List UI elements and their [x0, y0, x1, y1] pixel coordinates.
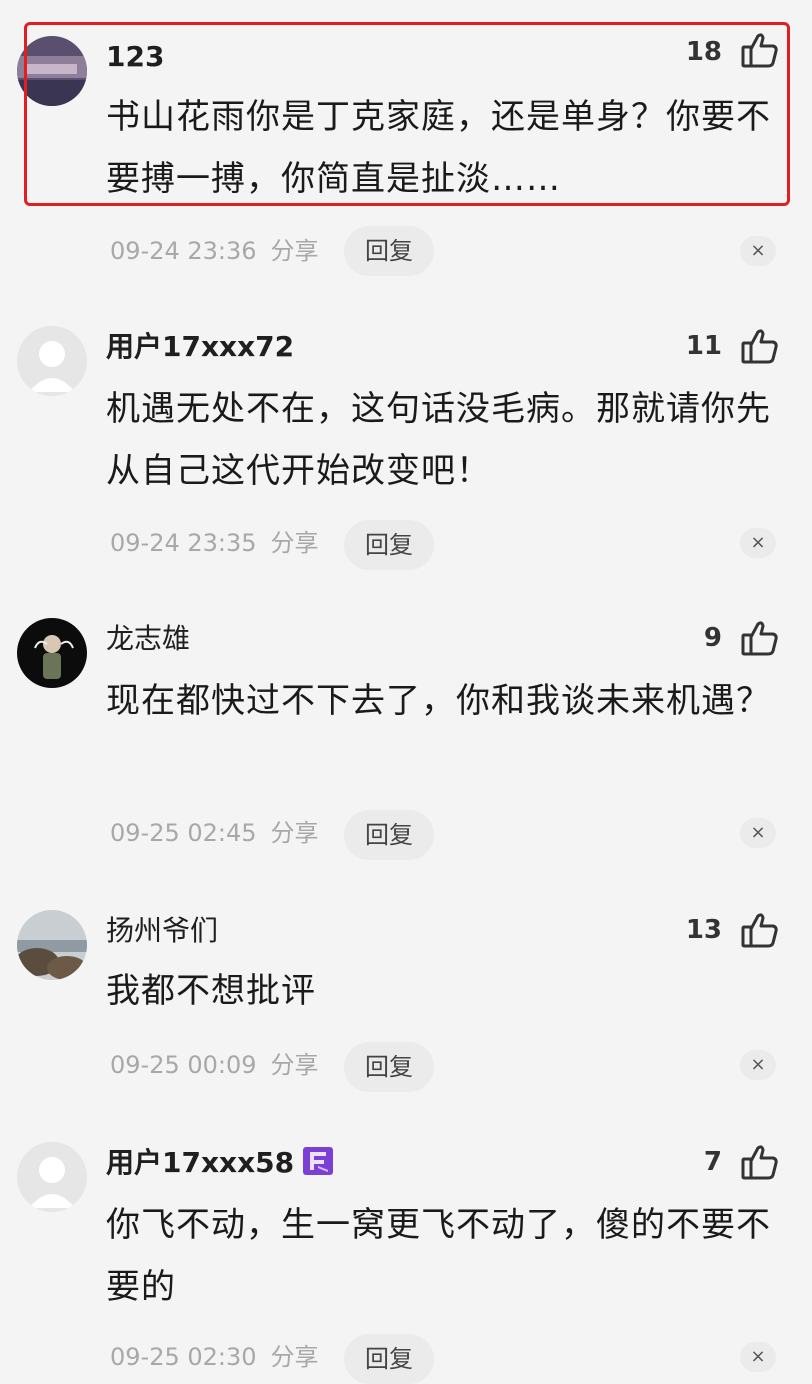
timestamp: 09-24 23:36	[110, 237, 257, 265]
share-button[interactable]: 分享	[271, 819, 319, 847]
comment-meta: 09-25 02:45 分享	[110, 808, 319, 858]
close-icon[interactable]: ×	[740, 818, 776, 848]
close-icon[interactable]: ×	[740, 1050, 776, 1080]
username-text: 用户17xxx58	[106, 1146, 295, 1179]
like-count: 7	[703, 1147, 722, 1177]
comment-meta: 09-25 00:09 分享	[110, 1040, 319, 1090]
close-icon[interactable]: ×	[740, 1342, 776, 1372]
reply-button[interactable]: 回复	[344, 1334, 434, 1384]
reply-button[interactable]: 回复	[344, 520, 434, 570]
share-button[interactable]: 分享	[271, 529, 319, 557]
timestamp: 09-25 02:45	[110, 819, 257, 847]
like-count: 9	[703, 623, 722, 653]
close-icon[interactable]: ×	[740, 528, 776, 558]
comment-text: 现在都快过不下去了，你和我谈未来机遇？	[106, 681, 771, 721]
comment-meta: 09-24 23:36 分享	[110, 226, 319, 276]
reply-button[interactable]: 回复	[344, 226, 434, 276]
username[interactable]: 用户17xxx72	[106, 330, 294, 364]
avatar[interactable]	[17, 1142, 87, 1212]
comment-text: 我都不想批评	[106, 971, 316, 1011]
share-button[interactable]: 分享	[271, 237, 319, 265]
close-icon[interactable]: ×	[740, 236, 776, 266]
thumbs-up-icon[interactable]	[740, 618, 780, 658]
highlight-box	[24, 22, 790, 206]
thumbs-up-icon[interactable]	[740, 326, 780, 366]
share-button[interactable]: 分享	[271, 1343, 319, 1371]
username[interactable]: 扬州爷们	[106, 914, 218, 948]
share-button[interactable]: 分享	[271, 1051, 319, 1079]
like-count: 11	[685, 331, 722, 361]
avatar[interactable]	[17, 326, 87, 396]
thumbs-up-icon[interactable]	[740, 910, 780, 950]
comment-text: 机遇无处不在，这句话没毛病。那就请你先从自己这代开始改变吧！	[106, 389, 771, 491]
like-count: 13	[685, 915, 722, 945]
timestamp: 09-25 00:09	[110, 1051, 257, 1079]
reply-button[interactable]: 回复	[344, 810, 434, 860]
comment-meta: 09-25 02:30 分享	[110, 1332, 319, 1382]
timestamp: 09-25 02:30	[110, 1343, 257, 1371]
level-badge-icon	[302, 1146, 334, 1176]
thumbs-up-icon[interactable]	[740, 1142, 780, 1182]
avatar[interactable]	[17, 910, 87, 980]
username[interactable]: 龙志雄	[106, 622, 190, 656]
username[interactable]: 用户17xxx58	[106, 1146, 334, 1180]
timestamp: 09-24 23:35	[110, 529, 257, 557]
comment-meta: 09-24 23:35 分享	[110, 518, 319, 568]
avatar[interactable]	[17, 618, 87, 688]
comment-text: 你飞不动，生一窝更飞不动了，傻的不要不要的	[106, 1205, 771, 1307]
reply-button[interactable]: 回复	[344, 1042, 434, 1092]
